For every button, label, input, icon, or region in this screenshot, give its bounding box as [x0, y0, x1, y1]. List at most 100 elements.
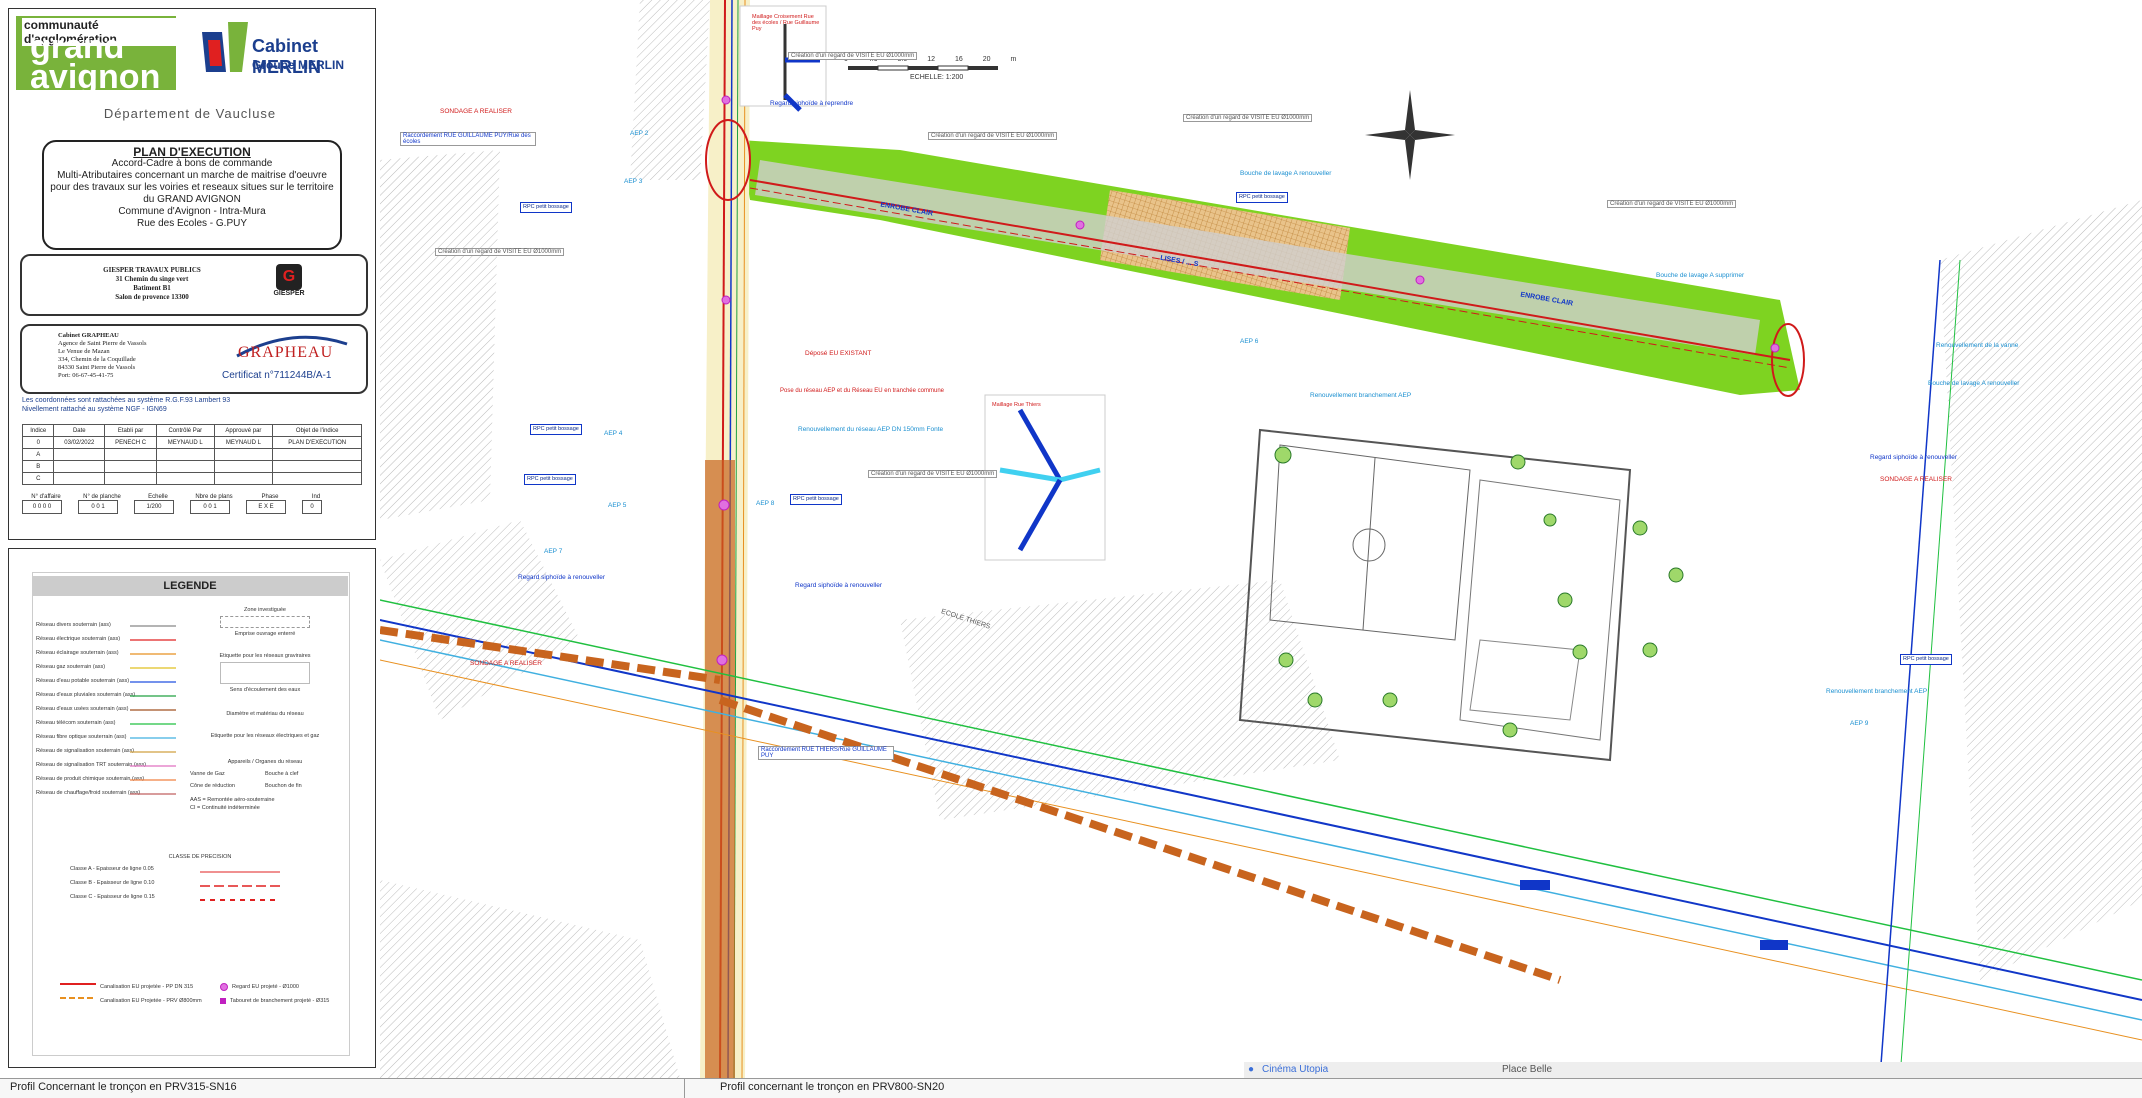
- tabouret-icon: Tabouret de branchement projeté - Ø315: [220, 994, 329, 1008]
- profile-title-right: Profil concernant le tronçon en PRV800-S…: [720, 1081, 945, 1093]
- abbrev-item: AAS = Remontée aéro-souterraine: [190, 797, 275, 803]
- precision-line-samples: [200, 871, 280, 901]
- legend-right-item: Etiquette pour les réseaux graviraires: [219, 653, 311, 659]
- plan-box: PLAN D'EXECUTION Accord-Cadre à bons de …: [42, 140, 342, 250]
- grapheau-line: 84330 Saint Pierre de Vassols: [58, 364, 136, 371]
- legend-item: Réseau éclairage souterrain (ass): [36, 650, 119, 656]
- field-ind: Ind 0: [302, 494, 330, 514]
- legend-right-item: Sens d'écoulement des eaux: [229, 687, 301, 693]
- legend-right-item: Etiquette pour les réseaux électriques e…: [210, 733, 320, 739]
- yard-building: [1469, 639, 1581, 721]
- rpc-note: RPC petit bossage: [1900, 654, 1952, 665]
- legend-item: Réseau télécom souterrain (ass): [36, 720, 116, 726]
- creation-regard-note: Création d'un regard de VISITE EU Ø1000m…: [1183, 114, 1313, 122]
- legend-right-item: Appareils / Organes du réseau: [227, 759, 303, 765]
- location-pin-icon: ●: [1248, 1064, 1255, 1075]
- grapheau-line: Agence de Saint Pierre de Vassols: [58, 340, 147, 347]
- giesper-logo: G GIESPER: [266, 264, 312, 306]
- table-cell: B: [21, 460, 55, 473]
- precision-title: CLASSE DE PRECISION: [168, 854, 232, 860]
- table-cell: MEYNAUD L: [213, 436, 274, 449]
- scale-tick: m: [1010, 56, 1017, 63]
- legend-right-item: Emprise ouvrage enterré: [234, 631, 296, 637]
- legend-bottom-right-text: Tabouret de branchement projeté - Ø315: [230, 998, 330, 1004]
- table-cell: PLAN D'EXECUTION: [272, 436, 362, 449]
- regard-projete-icon: Regard EU projeté - Ø1000: [220, 980, 329, 994]
- field-value: E X E: [246, 500, 286, 514]
- rpc-note: RPC petit bossage: [520, 202, 572, 213]
- creation-regard-note: Création d'un regard de VISITE EU Ø1000m…: [788, 52, 918, 60]
- maillage-label: Maillage Rue Thiers: [992, 402, 1041, 408]
- regard-label: Regard siphoïde à renouveller: [1870, 454, 1958, 461]
- plan-title: PLAN D'EXECUTION: [133, 145, 251, 159]
- grapheau-line: Port: 06-67-45-41-75: [58, 372, 114, 379]
- title-block-sidebar: communauté d'agglomération grand avignon…: [0, 0, 380, 1097]
- scale-tick: 20: [982, 56, 991, 63]
- aep-label: AEP 9: [1850, 720, 1869, 727]
- table-cell: PENECH C: [104, 436, 158, 449]
- field-value: 0: [302, 500, 322, 514]
- building-hatch: [630, 0, 710, 180]
- legend-bottom-lines: [60, 983, 96, 999]
- field-value: 1/200: [134, 500, 174, 514]
- giesper-logo-text: GIESPER: [273, 290, 305, 297]
- legend-item: Réseau fibre optique souterrain (ass): [36, 734, 127, 740]
- scale-tick: 16: [954, 56, 963, 63]
- footer-divider: [684, 1079, 685, 1098]
- legend-right-item: Zone investiguée: [244, 607, 286, 613]
- merlin-icon: [202, 22, 248, 72]
- table-cell: MEYNAUD L: [156, 436, 215, 449]
- logo-main-text: grand avignon: [30, 28, 161, 96]
- aep-label: AEP 2: [630, 130, 649, 137]
- field-nbre-plans: Nbre de plans 0 0 1: [190, 494, 238, 514]
- building-hatch: [380, 150, 500, 520]
- merlin-logo: Cabinet MERLIN Groupe MERLIN: [200, 18, 370, 88]
- branchement-label: Renouvellement branchement AEP: [1826, 688, 1928, 695]
- field-affaire: N° d'affaire 0 0 0 0: [22, 494, 70, 514]
- sports-field: [1269, 444, 1471, 641]
- creation-regard-note: Création d'un regard de VISITE EU Ø1000m…: [868, 470, 998, 478]
- legend-bottom-labels: Canalisation EU projetée - PP DN 315 Can…: [100, 980, 202, 1008]
- plan-line: Commune d'Avignon - Intra-Mura: [118, 206, 266, 217]
- rpc-note: RPC petit bossage: [1236, 192, 1288, 203]
- place-label: Cinéma Utopia: [1262, 1064, 1329, 1075]
- grapheau-line: Cabinet GRAPHEAU: [58, 332, 119, 339]
- coordinate-notes: Les coordonnées sont rattachées au systè…: [22, 396, 362, 414]
- legend-bottom-right-text: Regard EU projeté - Ø1000: [232, 984, 299, 990]
- revision-table: Indice Date Etabli par Contrôlé Par Appr…: [21, 424, 362, 485]
- legend-right-column: Zone investiguée Emprise ouvrage enterré…: [190, 606, 340, 812]
- legend-item: Réseau d'eau potable souterrain (ass): [36, 678, 130, 684]
- legend-bottom-item: Canalisation EU projetée - PP DN 315: [100, 984, 194, 990]
- legend-item: Réseau de chauffage/froid souterrain (as…: [36, 790, 141, 796]
- giesper-g-icon: G: [276, 264, 302, 290]
- plan-map: 0 4.0 8.0 12 16 20 m ECHELLE: 1:200 SOND…: [380, 0, 2142, 1078]
- giesper-line: GIESPER TRAVAUX PUBLICS: [103, 266, 201, 274]
- device-item: Vanne de Gaz: [190, 771, 225, 777]
- plan-line: du GRAND AVIGNON: [143, 194, 241, 205]
- field-value: 0 0 0 0: [22, 500, 62, 514]
- column-header: Objet de l'indice: [272, 424, 362, 437]
- zone-sample: [220, 616, 310, 628]
- column-header: Etabli par: [104, 424, 158, 437]
- regard-label: Regard siphoïde à renouveller: [795, 582, 883, 589]
- abbrev-item: CI = Continuité indéterminée: [190, 805, 260, 811]
- north-arrow-icon: [1365, 90, 1455, 180]
- legend-right-item: Diamètre et matériau du réseau: [226, 711, 304, 717]
- field-echelle: Echelle 1/200: [134, 494, 182, 514]
- device-item: Bouche à clef: [265, 771, 299, 777]
- plan-line: Rue des Ecoles - G.PUY: [136, 218, 248, 229]
- grapheau-line: Le Venue de Mazan: [58, 348, 110, 355]
- renouvellement-label: Renouvellement de la vanne: [1936, 342, 2019, 349]
- aep-label: AEP 6: [1240, 338, 1259, 345]
- etiquette-sample: [220, 662, 310, 684]
- sondage-label: SONDAGE A REALISER: [440, 108, 512, 115]
- legend-item: Réseau d'eaux pluviales souterrain (ass): [36, 692, 136, 698]
- legend-bottom-item: Canalisation EU Projetée - PRV Ø800mm: [100, 998, 202, 1004]
- grapheau-logo-text: GRAPHEAU: [238, 344, 334, 361]
- certificat-text: Certificat n°711244B/A-1: [222, 370, 332, 381]
- aep-label: AEP 8: [756, 500, 775, 507]
- legend-title: LEGENDE: [32, 576, 348, 596]
- bottom-blue-block: [1760, 940, 1788, 950]
- plan-fields: N° d'affaire 0 0 0 0 N° de planche 0 0 1 E…: [22, 494, 366, 514]
- profile-title-left: Profil Concernant le tronçon en PRV315-S…: [10, 1081, 237, 1093]
